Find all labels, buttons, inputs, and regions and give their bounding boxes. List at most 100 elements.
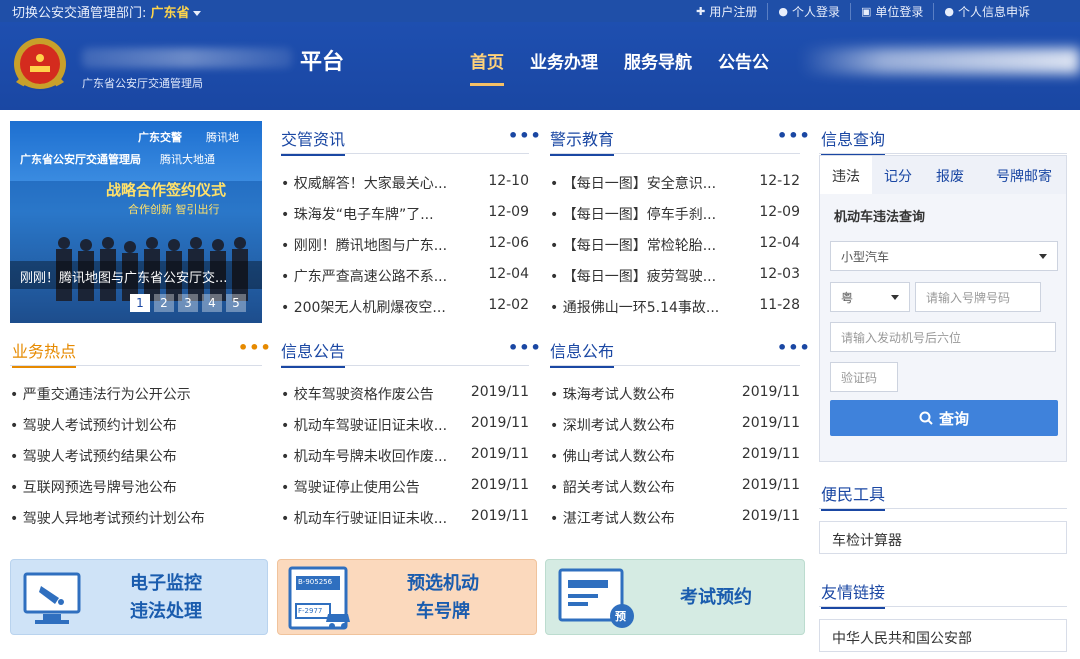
list-item[interactable]: • 佛山考试人数公布 2019/11: [550, 440, 800, 471]
tab-scrap[interactable]: 报废: [924, 156, 976, 194]
list-item-title[interactable]: • 珠海考试人数公布: [550, 384, 675, 404]
company-login-label[interactable]: 单位登录: [875, 3, 923, 20]
register-link[interactable]: ✚ 用户注册: [686, 3, 767, 20]
list-item[interactable]: • 湛江考试人数公布 2019/11: [550, 502, 800, 533]
news-title[interactable]: 交管资讯: [281, 126, 346, 156]
list-item-title[interactable]: • 机动车行驶证旧证未收...: [281, 508, 447, 528]
list-item[interactable]: • 严重交通违法行为公开公示: [10, 378, 262, 409]
plate-preselect-card[interactable]: B-905256 F-2977 预选机动 车号牌: [277, 559, 537, 635]
list-item[interactable]: • 韶关考试人数公布 2019/11: [550, 471, 800, 502]
department-switcher[interactable]: 切换公安交通管理部门: 广东省: [12, 2, 201, 21]
hot-title[interactable]: 业务热点: [12, 338, 77, 368]
nav-service-guide[interactable]: 服务导航: [624, 48, 692, 86]
personal-login-link[interactable]: ● 个人登录: [767, 3, 850, 20]
list-item[interactable]: • 200架无人机刷爆夜空... 12-02: [281, 291, 529, 322]
list-item-title[interactable]: • 驾驶证停止使用公告: [281, 477, 420, 497]
list-item[interactable]: • 校车驾驶资格作废公告 2019/11: [281, 378, 529, 409]
list-item[interactable]: • 深圳考试人数公布 2019/11: [550, 409, 800, 440]
notice-title[interactable]: 信息公告: [281, 338, 346, 368]
carousel-page-2[interactable]: 2: [154, 294, 174, 312]
captcha-input[interactable]: 验证码: [830, 362, 898, 392]
nav-home[interactable]: 首页: [470, 48, 504, 86]
plate-number-input[interactable]: 请输入号牌号码: [915, 282, 1041, 312]
list-item[interactable]: • 【每日一图】常检轮胎... 12-04: [550, 229, 800, 260]
list-item[interactable]: • 互联网预选号牌号池公布: [10, 471, 262, 502]
company-login-link[interactable]: ▣ 单位登录: [849, 3, 933, 20]
list-item-title[interactable]: • 机动车驾驶证旧证未收...: [281, 415, 447, 435]
list-item[interactable]: • 驾驶人考试预约计划公布: [10, 409, 262, 440]
nav-announcements[interactable]: 公告公: [718, 48, 769, 86]
list-item[interactable]: • 刚刚！腾讯地图与广东... 12-06: [281, 229, 529, 260]
list-item[interactable]: • 【每日一图】安全意识... 12-12: [550, 167, 800, 198]
list-item-title[interactable]: • 【每日一图】疲劳驾驶...: [550, 266, 716, 286]
ministry-of-public-security-link[interactable]: 中华人民共和国公安部: [819, 619, 1067, 652]
list-item[interactable]: • 珠海考试人数公布 2019/11: [550, 378, 800, 409]
list-item-title[interactable]: • 校车驾驶资格作废公告: [281, 384, 434, 404]
carousel-page-4[interactable]: 4: [202, 294, 222, 312]
list-item-title[interactable]: • 广东严查高速公路不系...: [281, 266, 447, 286]
list-item[interactable]: • 驾驶证停止使用公告 2019/11: [281, 471, 529, 502]
nav-business[interactable]: 业务办理: [530, 48, 598, 86]
site-title[interactable]: 平台: [300, 44, 344, 76]
list-item-title[interactable]: • 驾驶人考试预约计划公布: [10, 415, 177, 435]
department-value[interactable]: 广东省: [151, 6, 190, 21]
list-item[interactable]: • 机动车行驶证旧证未收... 2019/11: [281, 502, 529, 533]
personal-login-label[interactable]: 个人登录: [792, 3, 840, 20]
list-item-title[interactable]: • 【每日一图】安全意识...: [550, 173, 716, 193]
banner-caption[interactable]: 刚刚！腾讯地图与广东省公安厅交...: [10, 261, 262, 289]
exam-badge: 预: [615, 610, 626, 623]
tab-points[interactable]: 记分: [872, 156, 924, 194]
list-item-title[interactable]: • 互联网预选号牌号池公布: [10, 477, 177, 497]
hot-more-button[interactable]: •••: [238, 338, 272, 357]
list-item[interactable]: • 机动车驾驶证旧证未收... 2019/11: [281, 409, 529, 440]
list-item-title[interactable]: • 机动车号牌未收回作废...: [281, 446, 447, 466]
notice-more-button[interactable]: •••: [508, 338, 542, 357]
news-more-button[interactable]: •••: [508, 126, 542, 145]
province-select[interactable]: 粤: [830, 282, 910, 312]
publish-title[interactable]: 信息公布: [550, 338, 615, 368]
query-button[interactable]: 查询: [830, 400, 1058, 436]
chevron-down-icon[interactable]: [192, 11, 201, 16]
list-item-title[interactable]: • 深圳考试人数公布: [550, 415, 675, 435]
list-item-title[interactable]: • 驾驶人考试预约结果公布: [10, 446, 177, 466]
list-item-title[interactable]: • 珠海发“电子车牌”了...: [281, 204, 434, 224]
list-item-title[interactable]: • 驾驶人异地考试预约计划公布: [10, 508, 205, 528]
tab-plate-mail[interactable]: 号牌邮寄: [976, 156, 1064, 194]
banner-carousel[interactable]: 广东交警 腾讯地 广东省公安厅交通管理局 腾讯大地通 战略合作签约仪式 合作创新…: [10, 121, 262, 323]
list-item[interactable]: • 珠海发“电子车牌”了... 12-09: [281, 198, 529, 229]
list-item[interactable]: • 权威解答！大家最关心... 12-10: [281, 167, 529, 198]
list-item-title[interactable]: • 通报佛山一环5.14事故...: [550, 297, 719, 317]
publish-more-button[interactable]: •••: [777, 338, 811, 357]
nav-blurred-overflow: [800, 48, 1080, 74]
warning-more-button[interactable]: •••: [777, 126, 811, 145]
carousel-page-1[interactable]: 1: [130, 294, 150, 312]
list-item-title[interactable]: • 严重交通违法行为公开公示: [10, 384, 191, 404]
list-item-title[interactable]: • 韶关考试人数公布: [550, 477, 675, 497]
e-monitor-card[interactable]: 电子监控 违法处理: [10, 559, 268, 635]
warning-title[interactable]: 警示教育: [550, 126, 615, 156]
carousel-page-5[interactable]: 5: [226, 294, 246, 312]
list-item-title[interactable]: • 200架无人机刷爆夜空...: [281, 297, 446, 317]
list-item[interactable]: • 【每日一图】疲劳驾驶... 12-03: [550, 260, 800, 291]
list-item[interactable]: • 【每日一图】停车手刹... 12-09: [550, 198, 800, 229]
register-link-label[interactable]: 用户注册: [709, 3, 757, 20]
list-item[interactable]: • 广东严查高速公路不系... 12-04: [281, 260, 529, 291]
info-appeal-label[interactable]: 个人信息申诉: [958, 3, 1030, 20]
list-item[interactable]: • 通报佛山一环5.14事故... 11-28: [550, 291, 800, 322]
list-item-title[interactable]: • 权威解答！大家最关心...: [281, 173, 447, 193]
vehicle-type-select[interactable]: 小型汽车: [830, 241, 1058, 271]
engine-number-input[interactable]: 请输入发动机号后六位: [830, 322, 1056, 352]
list-item-title[interactable]: • 佛山考试人数公布: [550, 446, 675, 466]
carousel-page-3[interactable]: 3: [178, 294, 198, 312]
info-appeal-link[interactable]: ● 个人信息申诉: [933, 3, 1040, 20]
exam-booking-card[interactable]: 预 考试预约: [545, 559, 805, 635]
list-item-title[interactable]: • 刚刚！腾讯地图与广东...: [281, 235, 447, 255]
list-item[interactable]: • 机动车号牌未收回作废... 2019/11: [281, 440, 529, 471]
list-item-title[interactable]: • 湛江考试人数公布: [550, 508, 675, 528]
car-inspection-calculator-link[interactable]: 车检计算器: [819, 521, 1067, 554]
list-item-title[interactable]: • 【每日一图】常检轮胎...: [550, 235, 716, 255]
list-item-title[interactable]: • 【每日一图】停车手刹...: [550, 204, 716, 224]
list-item[interactable]: • 驾驶人异地考试预约计划公布: [10, 502, 262, 533]
tab-violation[interactable]: 违法: [820, 156, 872, 194]
list-item[interactable]: • 驾驶人考试预约结果公布: [10, 440, 262, 471]
